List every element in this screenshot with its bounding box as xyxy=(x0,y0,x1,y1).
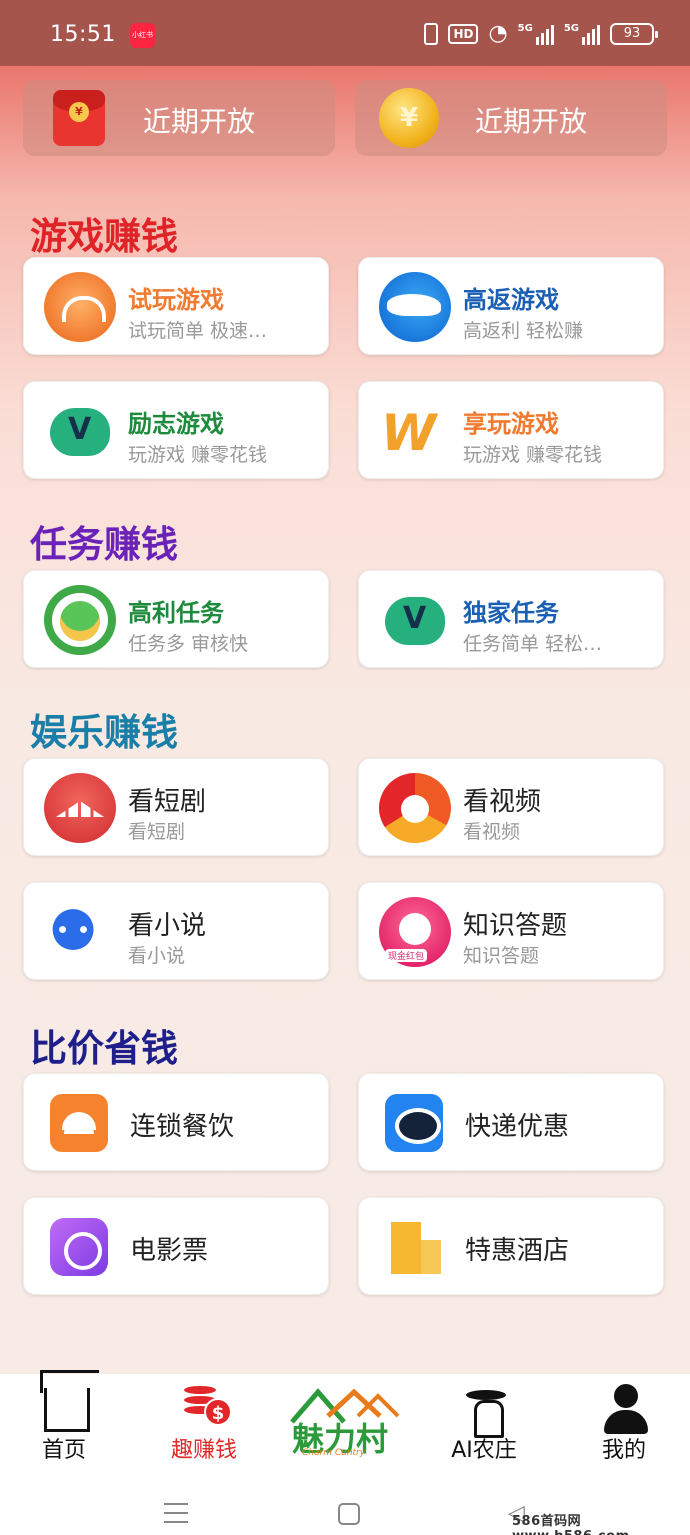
nav-earn-money[interactable]: $ 趣赚钱 xyxy=(144,1384,264,1474)
coming-soon-button-2[interactable]: ¥ 近期开放 xyxy=(355,80,667,156)
card-inspire-games[interactable]: V 励志游戏 玩游戏 赚零花钱 xyxy=(23,381,329,479)
card-subtitle: 玩游戏 赚零花钱 xyxy=(463,444,603,466)
red-packet-icon: ¥ xyxy=(53,90,105,146)
card-title: 高利任务 xyxy=(128,599,224,627)
charm-village-logo[interactable]: 魅力村 Charm Cuntry xyxy=(288,1386,400,1466)
w-logo-icon: W xyxy=(381,404,436,462)
card-subtitle: 看视频 xyxy=(463,821,521,843)
wifi-icon: ◔ xyxy=(488,21,508,46)
card-title: 独家任务 xyxy=(463,599,559,627)
cloud-game-icon xyxy=(44,272,116,342)
hotel-building-icon xyxy=(387,1216,443,1276)
card-subtitle: 试玩简单 极速… xyxy=(128,320,268,342)
status-time: 15:51 xyxy=(50,22,116,47)
battery-icon: 93 xyxy=(610,23,658,45)
card-title: 电影票 xyxy=(130,1236,209,1266)
card-title: 看短剧 xyxy=(128,787,207,817)
hd-icon: HD xyxy=(448,24,479,44)
section-title-save-money: 比价省钱 xyxy=(30,1027,178,1070)
status-icons: HD ◔ 5G 5G 93 xyxy=(424,20,658,48)
signal-icon: 5G xyxy=(518,23,554,45)
vibrate-icon xyxy=(424,23,439,45)
baidu-paw-icon: ⚉ xyxy=(48,899,99,964)
card-video[interactable]: 看视频 看视频 xyxy=(358,758,664,856)
card-chain-dining[interactable]: 连锁餐饮 xyxy=(23,1073,329,1171)
card-express-discount[interactable]: 快递优惠 xyxy=(358,1073,664,1171)
card-title: 快递优惠 xyxy=(465,1112,570,1142)
menu-icon[interactable] xyxy=(164,1503,188,1523)
card-high-profit-tasks[interactable]: 高利任务 任务多 审核快 xyxy=(23,570,329,668)
v-logo-icon: V xyxy=(379,585,451,655)
card-title: 享玩游戏 xyxy=(463,410,559,438)
v-logo-icon: V xyxy=(44,396,116,466)
signal-icon-2: 5G xyxy=(564,23,600,45)
quiz-icon: 现金红包 xyxy=(379,897,451,967)
card-movie-tickets[interactable]: 电影票 xyxy=(23,1197,329,1295)
card-enjoy-games[interactable]: W 享玩游戏 玩游戏 赚零花钱 xyxy=(358,381,664,479)
card-novel[interactable]: ⚉ 看小说 看小说 xyxy=(23,882,329,980)
home-square-icon[interactable] xyxy=(338,1503,360,1525)
section-title-games: 游戏赚钱 xyxy=(30,215,178,258)
card-subtitle: 看小说 xyxy=(128,945,186,967)
card-title: 连锁餐饮 xyxy=(130,1112,235,1142)
status-bar: 15:51 小红书 HD ◔ 5G 5G 93 xyxy=(0,0,690,66)
card-title: 看小说 xyxy=(128,911,207,941)
nav-profile[interactable]: 我的 xyxy=(564,1384,684,1474)
nav-ai-farm[interactable]: AI农庄 xyxy=(424,1384,544,1474)
card-short-drama[interactable]: 看短剧 看短剧 xyxy=(23,758,329,856)
card-trial-games[interactable]: 试玩游戏 试玩简单 极速… xyxy=(23,257,329,355)
home-icon xyxy=(40,1370,99,1432)
card-quiz[interactable]: 现金红包 知识答题 知识答题 xyxy=(358,882,664,980)
nav-label: 我的 xyxy=(601,1438,646,1463)
nav-label: AI农庄 xyxy=(451,1438,517,1463)
card-subtitle: 高返利 轻松赚 xyxy=(463,320,584,342)
short-drama-icon xyxy=(44,773,116,843)
card-title: 特惠酒店 xyxy=(465,1236,570,1266)
coming-soon-label: 近期开放 xyxy=(143,105,256,138)
card-title: 知识答题 xyxy=(463,911,568,941)
nav-home[interactable]: 首页 xyxy=(4,1370,124,1474)
nav-label: 趣赚钱 xyxy=(170,1438,237,1463)
nav-label: 首页 xyxy=(41,1438,86,1463)
coming-soon-button-1[interactable]: ¥ 近期开放 xyxy=(23,80,335,156)
card-title: 看视频 xyxy=(463,787,542,817)
card-subtitle: 玩游戏 赚零花钱 xyxy=(128,444,268,466)
card-high-return-games[interactable]: 高返游戏 高返利 轻松赚 xyxy=(358,257,664,355)
card-subtitle: 看短剧 xyxy=(128,821,186,843)
film-reel-icon xyxy=(50,1218,108,1276)
section-title-entertainment: 娱乐赚钱 xyxy=(30,711,178,754)
card-title: 高返游戏 xyxy=(463,286,559,314)
section-title-tasks: 任务赚钱 xyxy=(30,523,178,566)
coming-soon-label: 近期开放 xyxy=(475,105,588,138)
express-robot-icon xyxy=(385,1094,443,1152)
video-icon xyxy=(379,773,451,843)
cash-redpacket-badge: 现金红包 xyxy=(385,949,428,962)
watermark: 586首码网 www.h586.com xyxy=(512,1514,629,1535)
profile-icon xyxy=(602,1384,650,1436)
dining-bell-icon xyxy=(50,1094,108,1152)
farmer-icon xyxy=(464,1384,508,1438)
card-subtitle: 知识答题 xyxy=(463,945,540,967)
card-title: 励志游戏 xyxy=(128,410,224,438)
card-subtitle: 任务多 审核快 xyxy=(128,633,249,655)
dolphin-icon xyxy=(379,272,451,342)
coins-icon: $ xyxy=(182,1384,232,1428)
gold-coin-icon: ¥ xyxy=(379,88,439,148)
card-exclusive-tasks[interactable]: V 独家任务 任务简单 轻松… xyxy=(358,570,664,668)
xiaohongshu-notification-icon: 小红书 xyxy=(130,23,155,48)
card-subtitle: 任务简单 轻松… xyxy=(463,633,603,655)
card-title: 试玩游戏 xyxy=(128,286,224,314)
card-discount-hotel[interactable]: 特惠酒店 xyxy=(358,1197,664,1295)
logo-subtitle: Charm Cuntry xyxy=(302,1448,366,1458)
frog-coin-icon xyxy=(44,585,116,655)
